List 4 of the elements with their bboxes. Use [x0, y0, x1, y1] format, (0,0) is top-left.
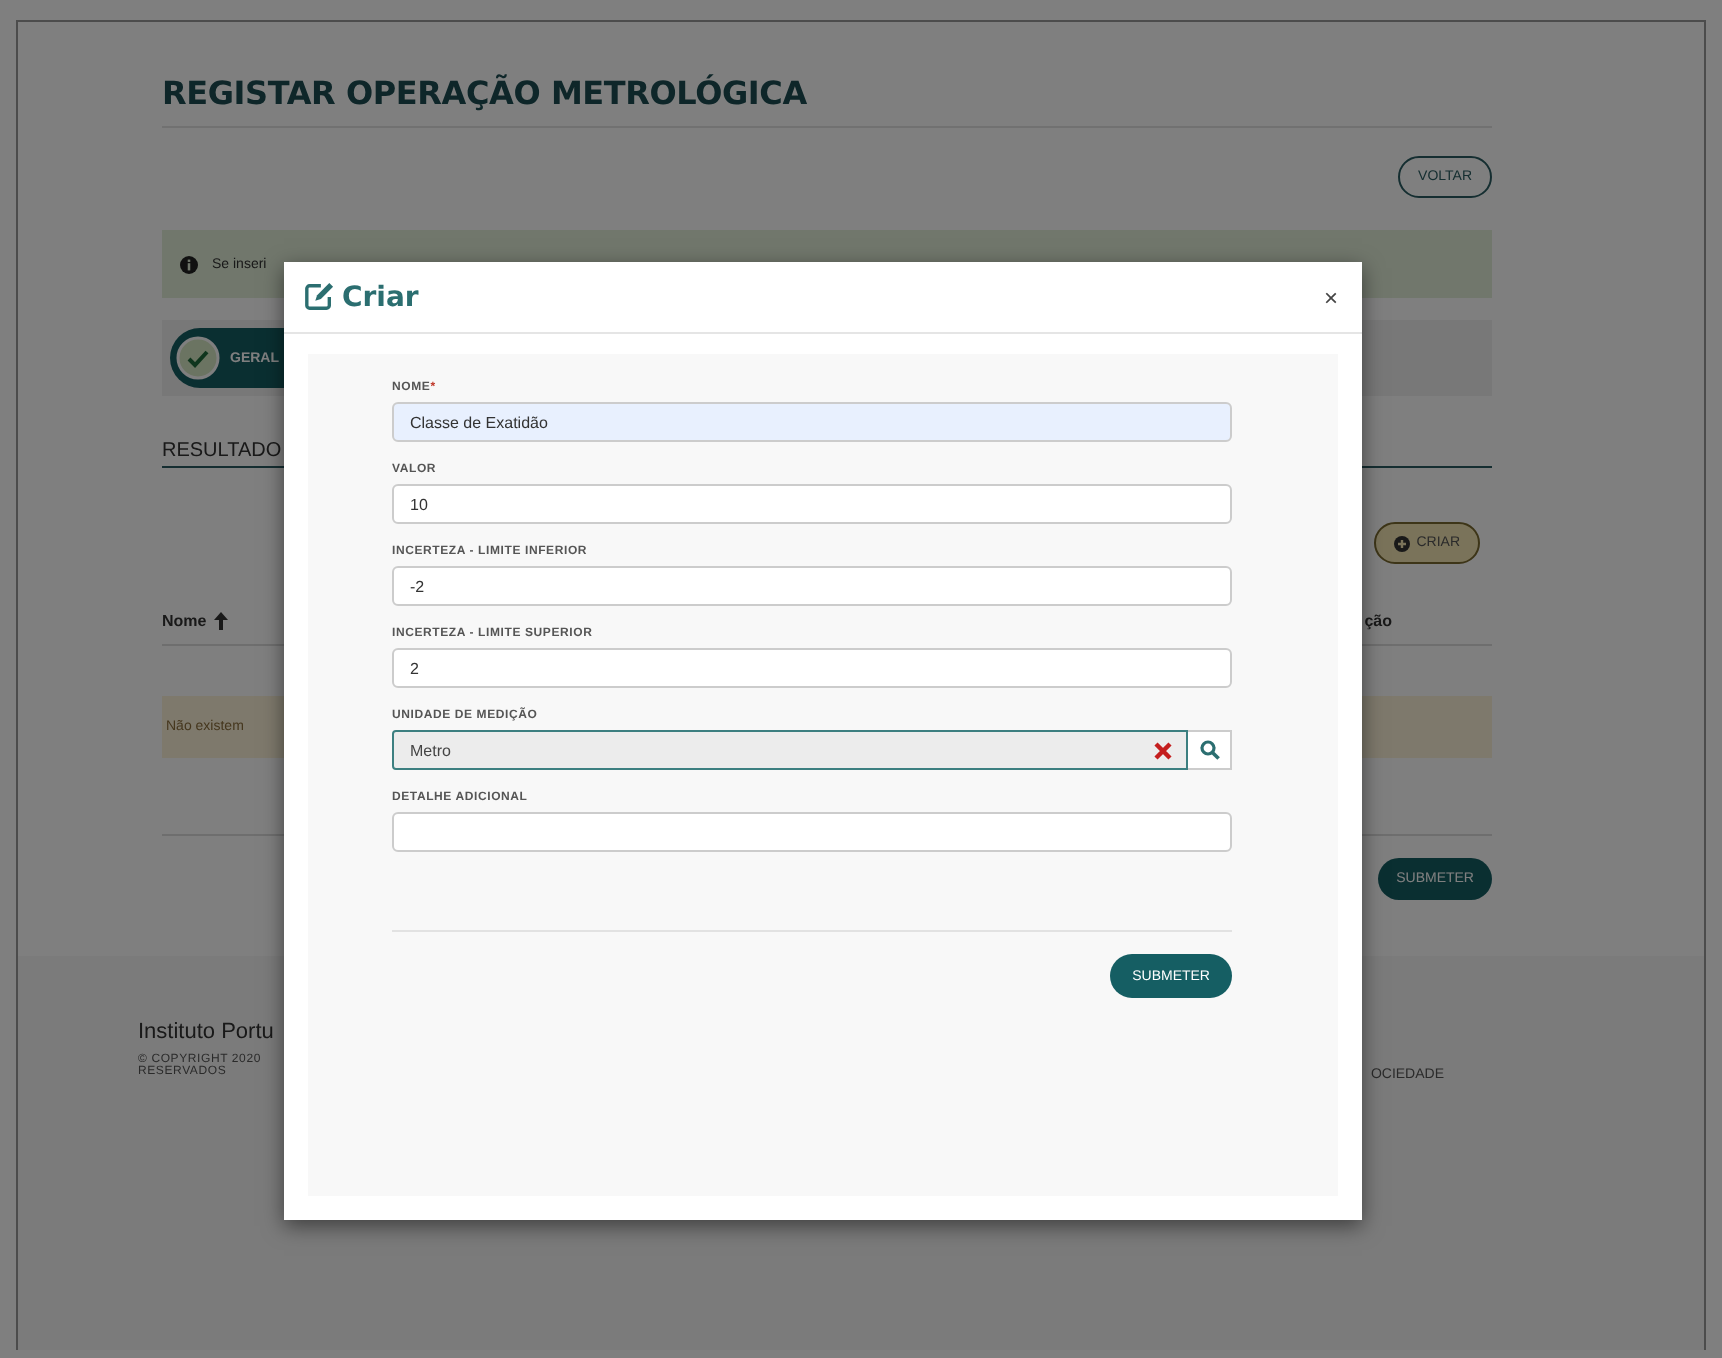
dialog-title: Criar [342, 281, 419, 313]
page-title: REGISTAR OPERAÇÃO METROLÓGICA [162, 74, 807, 114]
organization-name: Instituto Portu [138, 1020, 274, 1044]
section-title: RESULTADO [162, 440, 282, 462]
